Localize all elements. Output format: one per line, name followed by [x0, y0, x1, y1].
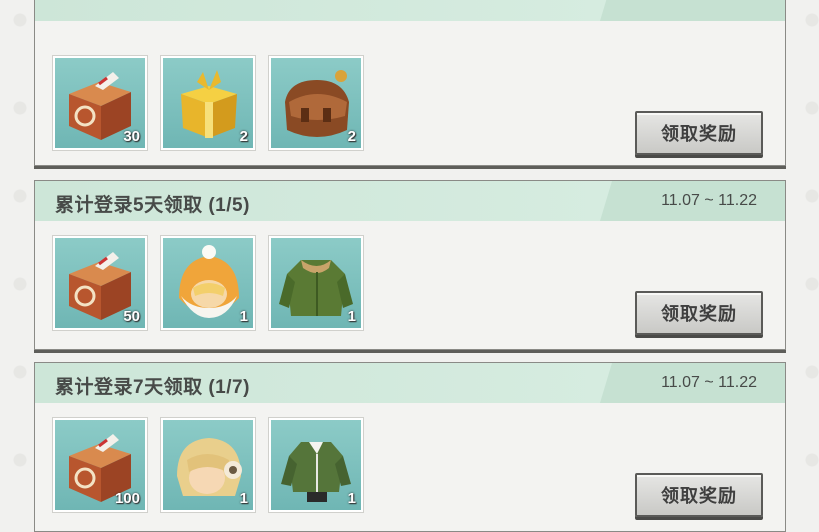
reward-item[interactable]: 30 — [53, 56, 147, 150]
item-quantity: 2 — [347, 128, 356, 145]
claim-reward-button[interactable]: 领取奖励 — [635, 473, 763, 517]
item-quantity: 50 — [123, 308, 140, 325]
header-stripe — [600, 0, 785, 21]
reward-item[interactable]: 2 — [161, 56, 255, 150]
reward-items: 100 1 1 — [53, 418, 363, 512]
item-quantity: 1 — [347, 308, 356, 325]
reward-item[interactable]: 100 — [53, 418, 147, 512]
reward-card: 累计登录7天领取 (1/7) 11.07 ~ 11.22 100 1 1 领取奖… — [34, 362, 786, 532]
reward-item[interactable]: 1 — [161, 236, 255, 330]
reward-item[interactable]: 1 — [269, 418, 363, 512]
item-quantity: 1 — [239, 490, 248, 507]
reward-title: 累计登录7天领取 (1/7) — [55, 377, 250, 398]
item-quantity: 1 — [239, 308, 248, 325]
item-quantity: 30 — [123, 128, 140, 145]
reward-item[interactable]: 1 — [161, 418, 255, 512]
claim-reward-button[interactable]: 领取奖励 — [635, 111, 763, 155]
item-quantity: 1 — [347, 490, 356, 507]
item-quantity: 100 — [114, 490, 140, 507]
reward-items: 50 1 1 — [53, 236, 363, 330]
reward-card: 30 2 2 领取奖励 — [34, 0, 786, 166]
reward-item[interactable]: 1 — [269, 236, 363, 330]
item-quantity: 2 — [239, 128, 248, 145]
reward-date: 11.07 ~ 11.22 — [661, 192, 757, 209]
claim-reward-button[interactable]: 领取奖励 — [635, 291, 763, 335]
card-header — [35, 0, 785, 21]
card-header: 累计登录5天领取 (1/5) 11.07 ~ 11.22 — [35, 181, 785, 221]
reward-item[interactable]: 2 — [269, 56, 363, 150]
reward-item[interactable]: 50 — [53, 236, 147, 330]
card-header: 累计登录7天领取 (1/7) 11.07 ~ 11.22 — [35, 363, 785, 403]
reward-title: 累计登录5天领取 (1/5) — [55, 195, 250, 216]
reward-date: 11.07 ~ 11.22 — [661, 374, 757, 391]
reward-card: 累计登录5天领取 (1/5) 11.07 ~ 11.22 50 1 1 领取奖励 — [34, 180, 786, 350]
reward-items: 30 2 2 — [53, 56, 363, 150]
